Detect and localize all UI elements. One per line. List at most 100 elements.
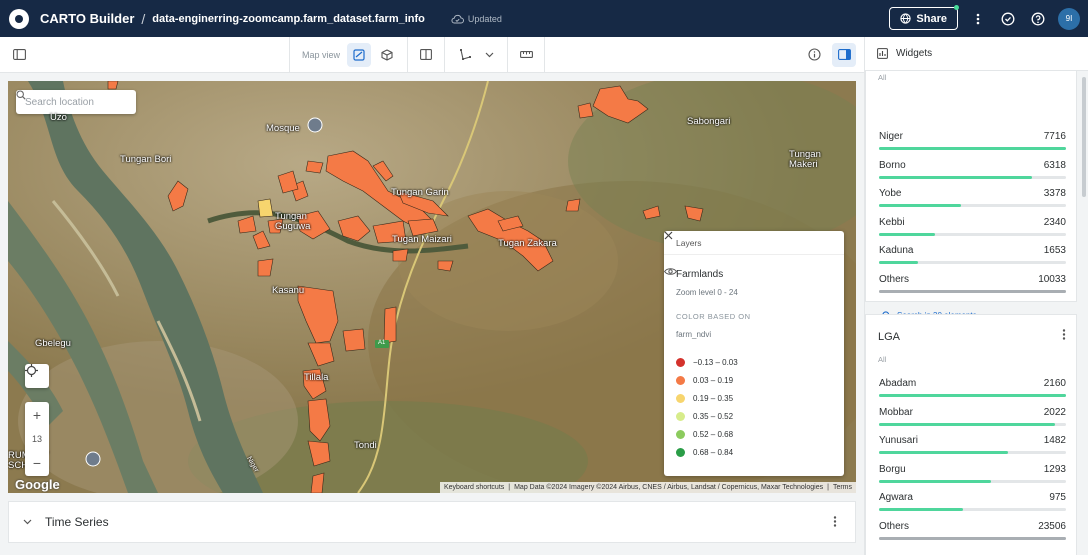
category-value: 975 bbox=[1049, 492, 1066, 503]
legend-item: 0.68 – 0.84 bbox=[676, 443, 738, 461]
legend-label: 0.52 – 0.68 bbox=[693, 429, 734, 439]
info-icon[interactable] bbox=[802, 43, 826, 67]
place-label: Tungan Bori bbox=[120, 154, 172, 165]
user-avatar[interactable]: 9I bbox=[1058, 7, 1080, 30]
category-label: Others bbox=[879, 273, 910, 285]
locate-me-button[interactable] bbox=[25, 364, 49, 388]
category-value: 2022 bbox=[1043, 406, 1066, 418]
place-label: Tungan Guguwa bbox=[275, 211, 311, 232]
category-row[interactable]: Others 23506 bbox=[878, 521, 1066, 549]
crosshair-icon bbox=[25, 364, 38, 377]
category-label: Yobe bbox=[879, 188, 902, 199]
layers-legend-panel: Layers Farmlands Zoom level 0 - 24 COLOR… bbox=[664, 231, 844, 476]
widgets-scrollbar[interactable] bbox=[1082, 77, 1086, 197]
place-label: Tugan Maizari bbox=[392, 234, 452, 245]
zoom-in-button[interactable]: + bbox=[33, 404, 41, 426]
keyboard-shortcuts-link[interactable]: Keyboard shortcuts bbox=[444, 484, 504, 491]
category-bar-fill bbox=[879, 536, 1066, 540]
legend-swatch bbox=[676, 393, 685, 403]
farmland-polygons-yellow bbox=[257, 198, 274, 218]
map-canvas[interactable]: Search location Uzo Mosque Tungan Bori T… bbox=[8, 81, 856, 493]
place-label: Tondi bbox=[354, 440, 377, 451]
category-bar-fill bbox=[879, 232, 936, 236]
more-options-icon[interactable] bbox=[833, 516, 837, 527]
legend-swatch bbox=[676, 357, 685, 367]
share-button[interactable]: Share bbox=[889, 5, 959, 30]
category-row[interactable]: Borgu 1293 bbox=[878, 464, 1066, 492]
road-label: A1 bbox=[378, 340, 386, 346]
category-bar-fill bbox=[879, 289, 1066, 293]
save-status: Updated bbox=[451, 14, 502, 24]
time-series-title: Time Series bbox=[45, 515, 109, 529]
category-bar-fill bbox=[879, 261, 919, 264]
cloud-check-icon bbox=[451, 14, 464, 23]
close-icon[interactable] bbox=[664, 231, 673, 240]
layer-name: Farmlands bbox=[676, 269, 724, 280]
split-view-button[interactable] bbox=[414, 43, 438, 67]
legend-list: −0.13 – 0.03 0.03 – 0.19 0.19 – 0.35 0.35 –… bbox=[676, 353, 738, 461]
category-label: Yunusari bbox=[879, 435, 918, 446]
place-label: Mosque bbox=[266, 123, 300, 134]
widgets-title: Widgets bbox=[896, 48, 933, 59]
legend-swatch bbox=[676, 375, 685, 385]
search-location-field[interactable]: Search location bbox=[16, 90, 136, 114]
check-circle-icon[interactable] bbox=[998, 9, 1018, 29]
category-row[interactable]: Niger 7716 bbox=[878, 131, 1066, 159]
toggle-widgets-panel-icon[interactable] bbox=[832, 42, 856, 67]
toolbar-divider bbox=[507, 36, 509, 73]
legend-item: −0.13 – 0.03 bbox=[676, 353, 738, 371]
category-value: 1482 bbox=[1043, 435, 1066, 446]
category-bar-track bbox=[879, 289, 1066, 293]
state-category-widget: All Niger 7716 Borno 6318 Yobe 3378 Kebbi 2340 K… bbox=[865, 71, 1077, 320]
place-label: Tugan Zakara bbox=[498, 238, 557, 249]
title-separator: / bbox=[141, 10, 146, 27]
eye-icon[interactable] bbox=[664, 267, 677, 276]
zoom-out-button[interactable]: − bbox=[33, 452, 41, 474]
top-bar: CARTO Builder / data-enginerring-zoomcam… bbox=[0, 0, 1088, 37]
globe-3d-view-button[interactable] bbox=[375, 43, 399, 67]
widgets-icon bbox=[877, 48, 888, 59]
category-row[interactable]: Kebbi 2340 bbox=[878, 217, 1066, 245]
place-label: Gbelegu bbox=[35, 338, 71, 349]
category-value: 23506 bbox=[1038, 520, 1066, 532]
category-row[interactable]: Kaduna 1653 bbox=[878, 245, 1066, 273]
category-row[interactable]: Agwara 975 bbox=[878, 492, 1066, 520]
status-text: Updated bbox=[467, 13, 502, 24]
map-data-credit: Map Data ©2024 Imagery ©2024 Airbus, CNE… bbox=[514, 484, 824, 491]
category-row[interactable]: Yobe 3378 bbox=[878, 188, 1066, 216]
legend-label: 0.03 – 0.19 bbox=[693, 375, 734, 385]
category-row[interactable]: Yunusari 1482 bbox=[878, 435, 1066, 463]
more-options-icon[interactable] bbox=[968, 9, 988, 29]
category-row[interactable]: Mobbar 2022 bbox=[878, 407, 1066, 435]
category-row[interactable]: Others 10033 bbox=[878, 274, 1066, 302]
map-name[interactable]: data-enginerring-zoomcamp.farm_dataset.f… bbox=[152, 13, 425, 25]
category-bar-track bbox=[879, 147, 1066, 150]
toolbar-divider bbox=[444, 36, 446, 73]
time-series-panel[interactable]: Time Series bbox=[8, 501, 856, 543]
category-label: Borno bbox=[879, 159, 906, 171]
ruler-icon[interactable] bbox=[514, 43, 538, 67]
map-toolbar: Map view bbox=[0, 36, 864, 73]
legend-swatch bbox=[676, 447, 685, 457]
color-field-name: farm_ndvi bbox=[676, 330, 712, 339]
category-row[interactable]: Abadam 2160 bbox=[878, 378, 1066, 406]
category-value: 1653 bbox=[1043, 245, 1066, 256]
share-label: Share bbox=[916, 12, 947, 25]
chevron-down-icon[interactable] bbox=[477, 43, 501, 67]
category-bar-track bbox=[879, 508, 1066, 511]
place-label: Tungan Makeri bbox=[789, 149, 821, 170]
help-icon[interactable] bbox=[1028, 9, 1048, 29]
toggle-sidebar-icon[interactable] bbox=[7, 43, 31, 67]
terms-link[interactable]: Terms bbox=[833, 484, 852, 491]
share-status-dot bbox=[954, 5, 959, 10]
map-2d-view-button[interactable] bbox=[347, 42, 372, 67]
map-attribution: Keyboard shortcuts | Map Data ©2024 Imag… bbox=[439, 482, 856, 493]
category-row[interactable]: Borno 6318 bbox=[878, 160, 1066, 188]
chevron-down-icon[interactable] bbox=[23, 519, 32, 525]
category-value: 10033 bbox=[1038, 273, 1066, 285]
draw-polygon-icon[interactable] bbox=[453, 43, 477, 67]
category-value: 1293 bbox=[1043, 463, 1066, 475]
more-options-icon[interactable] bbox=[1062, 329, 1066, 340]
category-bar-fill bbox=[879, 147, 1066, 150]
carto-logo-icon[interactable] bbox=[9, 8, 29, 29]
